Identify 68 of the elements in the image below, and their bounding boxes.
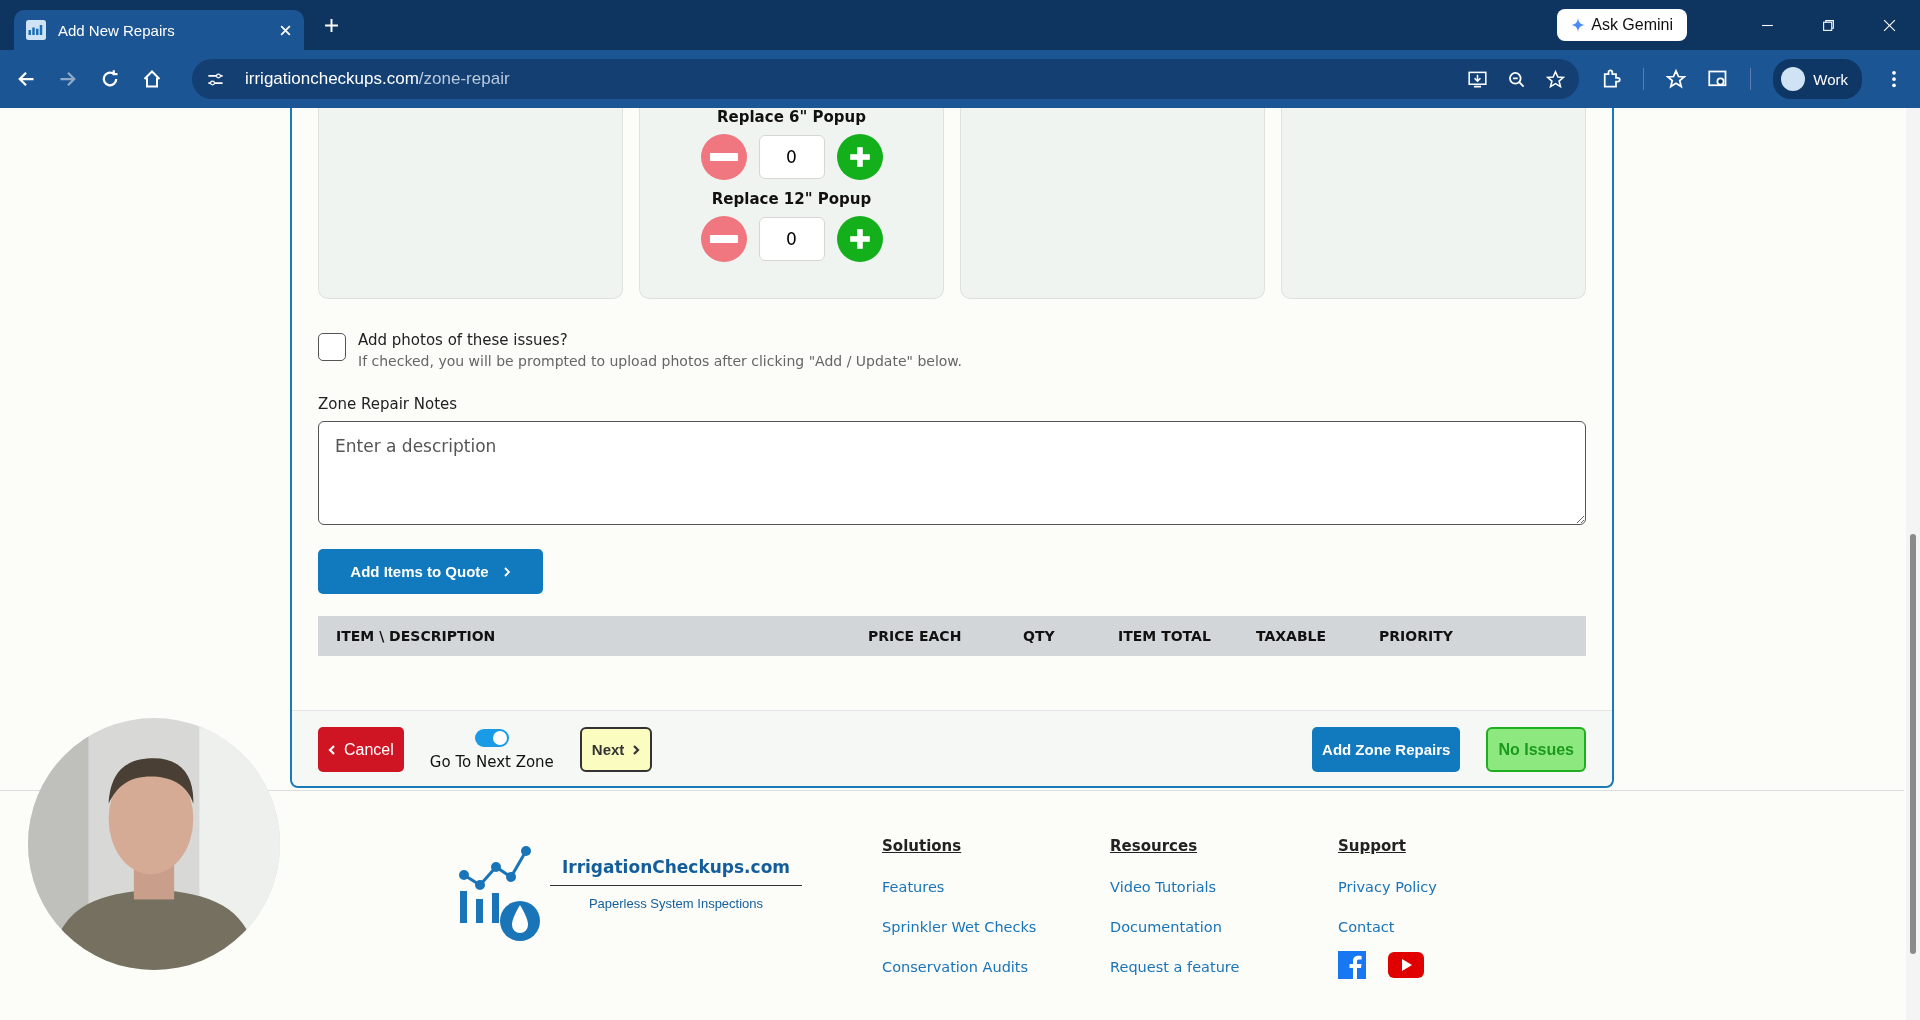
toggle-switch[interactable] <box>474 728 509 747</box>
checkbox[interactable] <box>318 333 346 361</box>
column-header: PRICE EACH <box>868 628 963 644</box>
column-header: TAXABLE <box>1256 628 1328 644</box>
column-header: PRIORITY <box>1379 628 1453 644</box>
chevron-right-icon <box>632 743 641 756</box>
add-items-button[interactable]: Add Items to Quote <box>318 549 543 594</box>
footer-link[interactable]: Sprinkler Wet Checks <box>882 919 1111 935</box>
field-label: Zone Repair Notes <box>318 395 459 413</box>
facebook-icon[interactable] <box>1338 951 1367 979</box>
browser-tab[interactable]: Add New Repairs <box>14 10 304 50</box>
new-tab-icon[interactable] <box>324 17 339 33</box>
increment-button[interactable] <box>836 134 883 180</box>
cancel-button[interactable]: Cancel <box>318 727 404 772</box>
url-text: irrigationcheckups.com/zone-repair <box>245 69 510 89</box>
back-icon[interactable] <box>16 69 36 89</box>
chevron-right-icon <box>502 565 511 578</box>
footer-link[interactable]: Documentation <box>1110 919 1339 935</box>
increment-button[interactable] <box>836 216 883 262</box>
decrement-button[interactable] <box>700 134 747 180</box>
footer-link[interactable]: Video Tutorials <box>1110 879 1339 895</box>
brand-name: IrrigationCheckups.com <box>549 857 803 886</box>
footer-link[interactable]: Privacy Policy <box>1338 879 1479 895</box>
restore-icon[interactable] <box>1822 18 1835 32</box>
home-icon[interactable] <box>142 69 162 89</box>
bookmarks-icon[interactable] <box>1666 69 1687 89</box>
tab-title: Add New Repairs <box>58 21 176 39</box>
checkbox-label: Add photos of these issues? <box>358 331 569 349</box>
column-header: ITEM TOTAL <box>1118 628 1212 644</box>
chevron-left-icon <box>328 743 336 756</box>
next-button[interactable]: Next <box>579 727 653 772</box>
counter-label: Replace 6" Popup <box>717 108 866 126</box>
counter-label: Replace 12" Popup <box>711 190 872 208</box>
footer-heading: Support <box>1338 837 1407 855</box>
footer-link[interactable]: Features <box>882 879 1111 895</box>
toggle-label: Go To Next Zone <box>429 752 554 771</box>
forward-icon[interactable] <box>58 69 78 89</box>
reload-icon[interactable] <box>100 69 120 89</box>
footer-link[interactable]: Request a feature <box>1110 959 1339 975</box>
youtube-icon[interactable] <box>1388 952 1425 978</box>
profile-button[interactable]: Work <box>1773 59 1862 99</box>
footer-link[interactable]: Conservation Audits <box>882 959 1111 975</box>
zoom-icon[interactable] <box>1507 69 1527 89</box>
close-icon[interactable] <box>1883 18 1896 32</box>
address-bar[interactable]: irrigationcheckups.com/zone-repair <box>192 59 1580 99</box>
column-header: ITEM \ DESCRIPTION <box>335 628 497 644</box>
ask-gemini-button[interactable]: Ask Gemini <box>1557 9 1687 41</box>
tagline: Paperless System Inspections <box>588 896 764 911</box>
column-header: QTY <box>1023 628 1056 644</box>
notes-field[interactable]: Enter a description <box>318 421 1586 525</box>
footer-link[interactable]: Contact <box>1338 919 1479 935</box>
quantity-field[interactable]: 0 <box>758 217 825 261</box>
minus-icon <box>709 153 738 161</box>
minus-icon <box>709 235 738 243</box>
decrement-button[interactable] <box>700 216 747 262</box>
star-icon[interactable] <box>1546 69 1566 89</box>
footer-heading: Solutions <box>882 837 963 855</box>
add-zone-repairs-button[interactable]: Add Zone Repairs <box>1312 727 1461 772</box>
footer-heading: Resources <box>1110 837 1199 855</box>
extensions-icon[interactable] <box>1601 69 1622 89</box>
scrollbar[interactable] <box>1906 108 1920 1020</box>
sparkle-icon <box>1571 18 1586 32</box>
hint-text: If checked, you will be prompted to upload photos after clicking "Add / Update" below. <box>358 353 962 369</box>
close-icon[interactable] <box>279 23 292 37</box>
tab-search-icon[interactable] <box>1708 69 1729 89</box>
install-icon[interactable] <box>1468 69 1488 89</box>
quantity-field[interactable]: 0 <box>758 135 825 179</box>
chart-icon <box>26 20 46 40</box>
